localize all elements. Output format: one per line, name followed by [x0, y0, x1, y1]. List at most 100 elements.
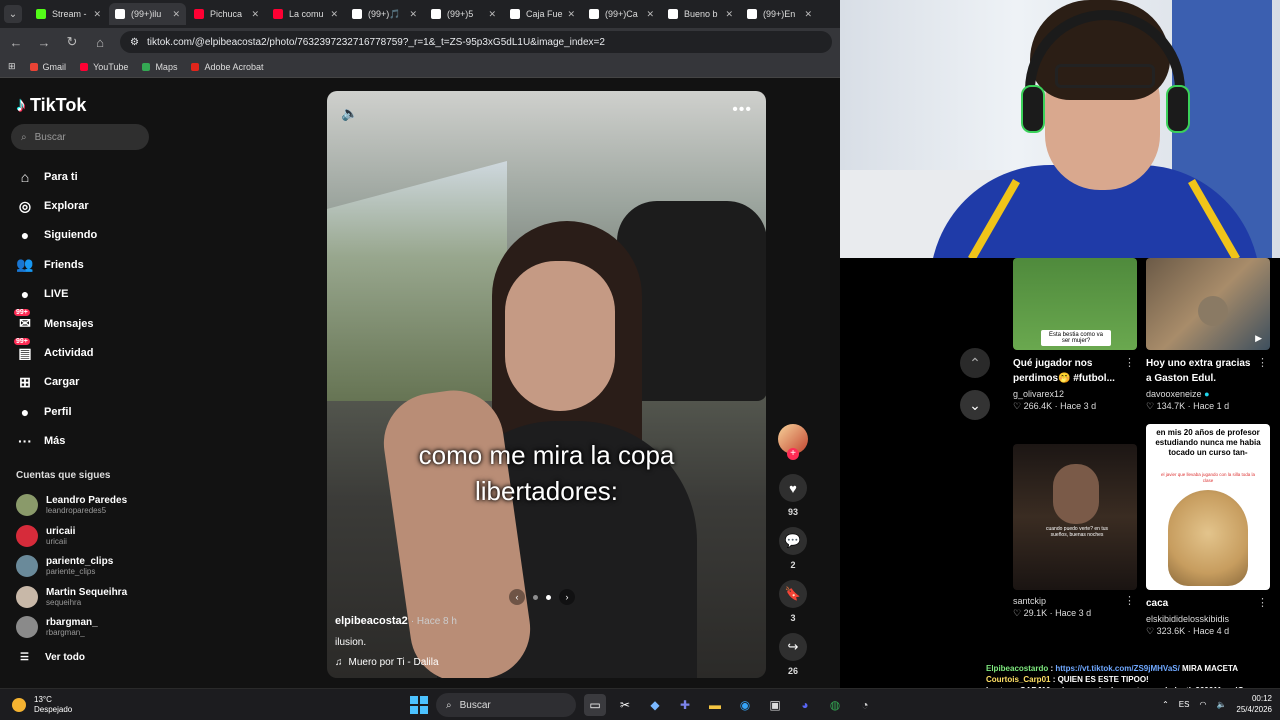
tiktok-logo[interactable]: ♪ TikTok: [16, 94, 86, 117]
wifi-icon[interactable]: ◠: [1199, 700, 1206, 709]
grid-card[interactable]: Esta bestia como va ser mujer? ⋮ Qué jug…: [1013, 258, 1137, 412]
tab-close-icon[interactable]: ✕: [804, 9, 812, 20]
following-account[interactable]: uricaii uricaii: [16, 521, 127, 552]
post-music[interactable]: ♫ Muero por Ti - Dalila: [335, 657, 439, 668]
weather-widget[interactable]: 13°C Despejado: [12, 695, 72, 715]
apps-grid-icon[interactable]: ⊞: [8, 61, 16, 72]
reload-icon[interactable]: ↻: [64, 34, 80, 50]
taskbar-search[interactable]: ⌕ Buscar: [436, 693, 576, 717]
like-icon[interactable]: ♥: [779, 474, 807, 502]
sidebar-item[interactable]: ··· Más: [16, 427, 97, 456]
capcut-icon[interactable]: ✂: [614, 694, 636, 716]
home-icon[interactable]: ⌂: [92, 35, 108, 50]
browser-tab[interactable]: (99+)Ca ✕: [583, 3, 660, 25]
sidebar-item[interactable]: ⊞ Cargar: [16, 368, 97, 397]
card-time: Hace 1 d: [1193, 401, 1230, 411]
carousel-next-icon[interactable]: ›: [559, 589, 575, 605]
tab-close-icon[interactable]: ✕: [567, 9, 575, 20]
tab-title: Stream -: [52, 9, 87, 19]
sidebar-item[interactable]: ● Perfil: [16, 397, 97, 426]
browser-tab[interactable]: Pichuca ✕: [188, 3, 265, 25]
browser-tab[interactable]: Bueno b ✕: [662, 3, 739, 25]
browser-tab[interactable]: (99+)5 ✕: [425, 3, 502, 25]
bookmark-item[interactable]: Gmail: [29, 62, 66, 72]
grid-card[interactable]: en mis 20 años de profesor estudiando nu…: [1146, 424, 1270, 637]
browser-tab[interactable]: Caja Fue ✕: [504, 3, 581, 25]
teams-icon[interactable]: ✚: [674, 694, 696, 716]
share-icon[interactable]: ↪: [779, 633, 807, 661]
browser-tab[interactable]: (99+)En ✕: [741, 3, 818, 25]
following-account[interactable]: pariente_clips pariente_clips: [16, 551, 127, 582]
more-options-icon[interactable]: •••: [732, 101, 752, 119]
post-author[interactable]: elpibeacosta2 · Hace 8 h: [335, 615, 457, 627]
tab-close-icon[interactable]: ✕: [330, 9, 338, 20]
card-more-icon[interactable]: ⋮: [1257, 356, 1268, 369]
volume-icon[interactable]: 🔈: [341, 105, 358, 122]
following-account[interactable]: Martin Sequeihra sequeihra: [16, 582, 127, 613]
comment-icon[interactable]: 💬: [779, 527, 807, 555]
tab-close-icon[interactable]: ✕: [251, 9, 259, 20]
bookmark-item[interactable]: YouTube: [80, 62, 128, 72]
previous-post-icon[interactable]: ⌃: [960, 348, 990, 378]
tab-close-icon[interactable]: ✕: [172, 9, 180, 20]
tab-close-icon[interactable]: ✕: [93, 9, 101, 20]
obs-icon[interactable]: ◔: [854, 694, 876, 716]
sidebar-item[interactable]: ● Siguiendo: [16, 221, 97, 250]
browser-tab[interactable]: (99+)ilu ✕: [109, 3, 186, 25]
following-account[interactable]: rbargman_ rbargman_: [16, 612, 127, 643]
see-all-link[interactable]: ☰ Ver todo: [20, 652, 85, 663]
sidebar-item[interactable]: ⌂ Para ti: [16, 162, 97, 191]
browser-tab[interactable]: Stream - ✕: [30, 3, 107, 25]
sidebar-item[interactable]: ● LIVE: [16, 280, 97, 309]
sidebar-item[interactable]: 👥 Friends: [16, 250, 97, 279]
forward-icon[interactable]: →: [36, 35, 52, 50]
browser-tab[interactable]: (99+)🎵 ✕: [346, 3, 423, 25]
card-more-icon[interactable]: ⋮: [1124, 594, 1135, 607]
bookmark-item[interactable]: Adobe Acrobat: [191, 62, 264, 72]
copilot-icon[interactable]: ◆: [644, 694, 666, 716]
sidebar-item[interactable]: ◎ Explorar: [16, 191, 97, 220]
tab-close-icon[interactable]: ✕: [725, 9, 733, 20]
carousel-dot-active[interactable]: [546, 594, 551, 600]
back-icon[interactable]: ←: [8, 35, 24, 50]
card-more-icon[interactable]: ⋮: [1257, 596, 1268, 609]
sidebar-label: Perfil: [44, 405, 72, 418]
card-title: caca: [1146, 598, 1169, 609]
following-account[interactable]: Leandro Paredes leandroparedes5: [16, 490, 127, 521]
tab-search-button[interactable]: ⌄: [4, 5, 22, 23]
language-indicator[interactable]: ES: [1179, 700, 1190, 709]
show-hidden-icon[interactable]: ⌃: [1162, 700, 1169, 709]
clock[interactable]: 00:12 25/4/2026: [1236, 693, 1272, 715]
next-post-icon[interactable]: ⌄: [960, 390, 990, 420]
tab-close-icon[interactable]: ✕: [409, 9, 417, 20]
browser-tab[interactable]: La comu ✕: [267, 3, 344, 25]
sidebar-item[interactable]: ✉ 99+ Mensajes: [14, 308, 97, 338]
grid-card[interactable]: cuando puedo verte? en tus sueños, buena…: [1013, 444, 1137, 619]
tab-favicon-icon: [273, 9, 283, 19]
chat-link[interactable]: https://vt.tiktok.com/ZS9jMHVaS/: [1055, 664, 1179, 673]
carousel-prev-icon[interactable]: ‹: [509, 589, 525, 605]
card-more-icon[interactable]: ⋮: [1124, 356, 1135, 369]
tab-close-icon[interactable]: ✕: [488, 9, 496, 20]
tab-close-icon[interactable]: ✕: [646, 9, 654, 20]
carousel-dot[interactable]: [533, 594, 538, 600]
address-bar[interactable]: ⚙ tiktok.com/@elpibeacosta2/photo/763239…: [120, 31, 832, 53]
volume-icon[interactable]: 🔈: [1216, 700, 1226, 709]
sidebar-item[interactable]: ▤ 99+ Actividad: [14, 338, 97, 367]
edge-icon[interactable]: ◉: [734, 694, 756, 716]
discord-icon[interactable]: ◕: [794, 694, 816, 716]
file-explorer-icon[interactable]: ▬: [704, 694, 726, 716]
grid-card[interactable]: ▶ ⋮ Hoy uno extra gracias a Gaston Edul.…: [1146, 258, 1270, 412]
account-name: rbargman_: [46, 617, 98, 629]
store-icon[interactable]: ▣: [764, 694, 786, 716]
bookmark-item[interactable]: Maps: [142, 62, 177, 72]
task-view-icon[interactable]: ▭: [584, 694, 606, 716]
site-info-icon[interactable]: ⚙: [130, 37, 139, 48]
photo-post[interactable]: 🔈 ••• como me mira la copa libertadores:…: [327, 91, 766, 678]
bookmark-icon[interactable]: 🔖: [779, 580, 807, 608]
windows-start-icon[interactable]: [410, 696, 428, 714]
chrome-icon[interactable]: ◍: [824, 694, 846, 716]
author-avatar[interactable]: +: [778, 424, 808, 460]
search-input[interactable]: ⌕ Buscar: [11, 124, 149, 150]
follow-plus-icon[interactable]: +: [787, 448, 799, 460]
